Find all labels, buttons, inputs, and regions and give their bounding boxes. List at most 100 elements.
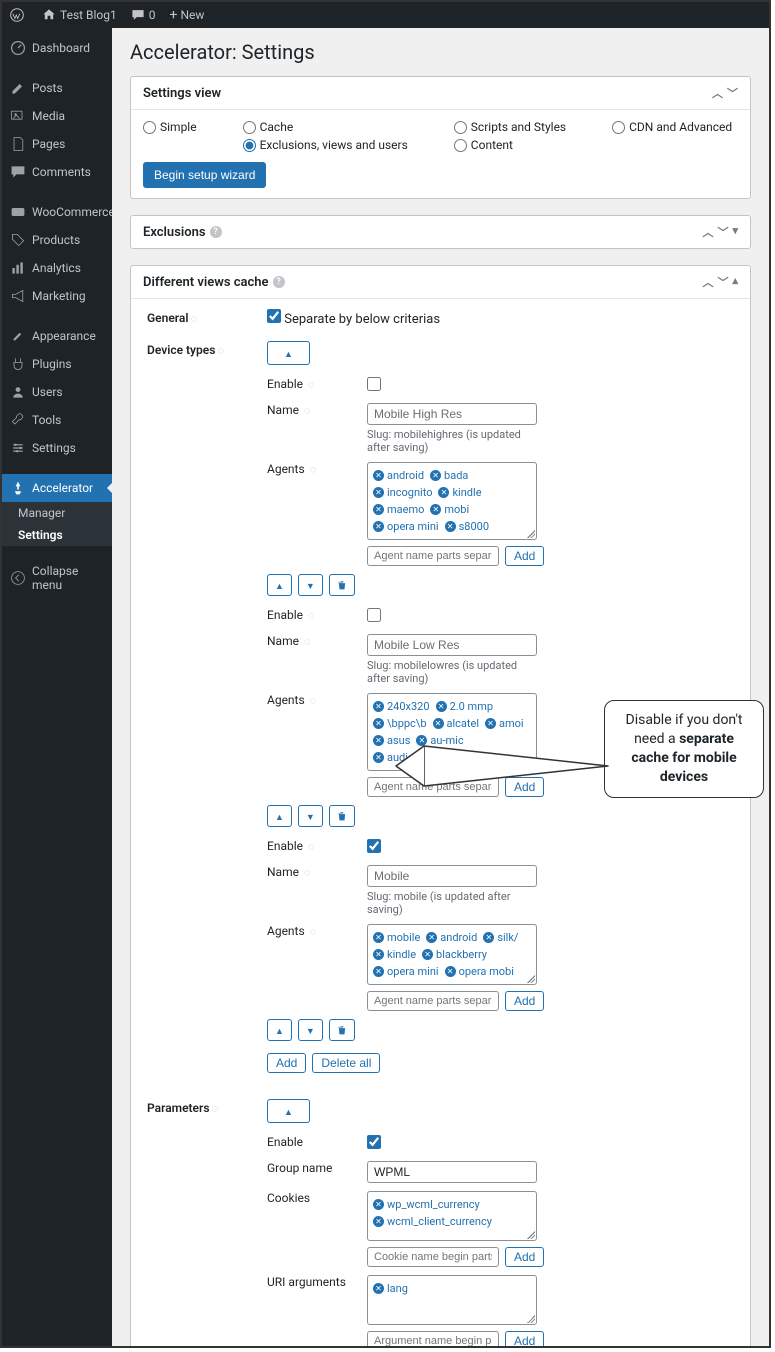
enable-checkbox[interactable]	[367, 839, 381, 853]
radio-content[interactable]: Content	[454, 138, 566, 152]
chevron-up-icon[interactable]: ︿	[702, 274, 713, 290]
help-icon[interactable]: ◌	[212, 1102, 219, 1115]
name-input[interactable]	[367, 403, 537, 425]
help-icon[interactable]: ?	[210, 226, 222, 238]
tag-item[interactable]: ✕wcml_client_currency	[373, 1215, 492, 1228]
sidebar-item-users[interactable]: Users	[2, 378, 112, 406]
add-device-button[interactable]: Add	[267, 1053, 306, 1073]
tag-item[interactable]: ✕android	[426, 931, 477, 944]
sidebar-item-media[interactable]: Media	[2, 102, 112, 130]
site-link[interactable]: Test Blog1	[42, 8, 117, 22]
help-icon[interactable]: ◌	[217, 344, 224, 357]
move-down-button[interactable]	[298, 1019, 323, 1041]
tag-item[interactable]: ✕s8000	[445, 520, 489, 533]
name-input[interactable]	[367, 865, 537, 887]
name-input[interactable]	[367, 634, 537, 656]
radio-exclusions[interactable]: Exclusions, views and users	[243, 138, 408, 152]
agents-tagbox[interactable]: ✕mobile ✕android ✕silk/ ✕kindle ✕blackberry ✕…	[367, 924, 537, 985]
agent-add-input[interactable]	[367, 546, 499, 566]
sidebar-item-products[interactable]: Products	[2, 226, 112, 254]
radio-cache[interactable]: Cache	[243, 120, 408, 134]
chevron-up-icon[interactable]: ︿	[702, 224, 713, 240]
tag-item[interactable]: ✕amoi	[485, 717, 524, 730]
radio-cdn[interactable]: CDN and Advanced	[612, 120, 732, 134]
tag-item[interactable]: ✕mobi	[430, 503, 469, 516]
sidebar-item-dashboard[interactable]: Dashboard	[2, 34, 112, 62]
sidebar-item-pages[interactable]: Pages	[2, 130, 112, 158]
collapse-up-button[interactable]	[267, 1099, 310, 1123]
tag-item[interactable]: ✕android	[373, 469, 424, 482]
tag-item[interactable]: ✕240x320	[373, 700, 430, 713]
move-down-button[interactable]	[298, 574, 323, 596]
cookies-tagbox[interactable]: ✕wp_wcml_currency ✕wcml_client_currency	[367, 1191, 537, 1241]
sidebar-sub-manager[interactable]: Manager	[2, 502, 112, 524]
move-down-button[interactable]	[298, 805, 323, 827]
move-up-button[interactable]	[267, 805, 292, 827]
tag-item[interactable]: ✕opera mini	[373, 520, 439, 533]
sidebar-item-posts[interactable]: Posts	[2, 74, 112, 102]
sidebar-item-appearance[interactable]: Appearance	[2, 322, 112, 350]
delete-button[interactable]	[329, 1019, 355, 1041]
chevron-up-icon[interactable]: ︿	[712, 85, 723, 101]
tag-item[interactable]: ✕maemo	[373, 503, 424, 516]
delete-button[interactable]	[329, 805, 355, 827]
help-icon[interactable]: ?	[273, 276, 285, 288]
sidebar-item-accelerator[interactable]: Accelerator	[2, 474, 112, 502]
tag-item[interactable]: ✕kindle	[438, 486, 481, 499]
sidebar-sub-settings[interactable]: Settings	[2, 524, 112, 546]
collapse-up-button[interactable]	[267, 341, 310, 365]
tag-item[interactable]: ✕blackberry	[422, 948, 487, 961]
begin-setup-button[interactable]: Begin setup wizard	[143, 162, 266, 188]
move-up-button[interactable]	[267, 574, 292, 596]
tag-item[interactable]: ✕2.0 mmp	[436, 700, 493, 713]
new-link[interactable]: +New	[170, 7, 205, 23]
add-button[interactable]: Add	[505, 546, 544, 566]
radio-simple[interactable]: Simple	[143, 120, 197, 134]
chevron-down-icon[interactable]: ﹀	[717, 224, 728, 240]
sidebar-item-comments[interactable]: Comments	[2, 158, 112, 186]
tag-item[interactable]: ✕alcatel	[433, 717, 480, 730]
chevron-down-icon[interactable]: ﹀	[717, 274, 728, 290]
tag-item[interactable]: ✕opera mini	[373, 965, 439, 978]
sidebar-item-analytics[interactable]: Analytics	[2, 254, 112, 282]
add-button[interactable]: Add	[505, 1331, 544, 1346]
delete-all-button[interactable]: Delete all	[312, 1053, 380, 1073]
add-button[interactable]: Add	[505, 991, 544, 1011]
agent-add-input[interactable]	[367, 991, 499, 1011]
collapse-icon[interactable]: ▾	[732, 224, 738, 240]
wp-logo[interactable]	[10, 8, 28, 22]
uri-add-input[interactable]	[367, 1331, 499, 1346]
move-up-button[interactable]	[267, 1019, 292, 1041]
panel-settings-view: Settings view ︿﹀ Simple Cache Exclusions…	[130, 76, 751, 199]
sidebar-item-plugins[interactable]: Plugins	[2, 350, 112, 378]
sidebar-item-marketing[interactable]: Marketing	[2, 282, 112, 310]
help-icon[interactable]: ◌	[190, 312, 197, 325]
tag-item[interactable]: ✕kindle	[373, 948, 416, 961]
tag-item[interactable]: ✕incognito	[373, 486, 432, 499]
uri-tagbox[interactable]: ✕lang	[367, 1275, 537, 1325]
collapse-menu[interactable]: Collapse menu	[2, 558, 112, 598]
sidebar-item-woocommerce[interactable]: WooCommerce	[2, 198, 112, 226]
tag-item[interactable]: ✕\bppc\b	[373, 717, 427, 730]
sidebar-item-tools[interactable]: Tools	[2, 406, 112, 434]
agents-tagbox[interactable]: ✕android ✕bada ✕incognito ✕kindle ✕maemo ✕mob…	[367, 462, 537, 540]
separate-checkbox[interactable]: Separate by below criterias	[267, 312, 440, 327]
tag-item[interactable]: ✕lang	[373, 1282, 408, 1295]
cookie-add-input[interactable]	[367, 1247, 499, 1267]
enable-checkbox[interactable]	[367, 377, 381, 391]
tag-item[interactable]: ✕mobile	[373, 931, 420, 944]
tag-item[interactable]: ✕silk/	[483, 931, 518, 944]
sidebar-item-settings[interactable]: Settings	[2, 434, 112, 462]
tag-item[interactable]: ✕opera mobi	[445, 965, 514, 978]
tag-item[interactable]: ✕bada	[430, 469, 468, 482]
comments-link[interactable]: 0	[131, 8, 156, 22]
enable-checkbox[interactable]	[367, 608, 381, 622]
delete-button[interactable]	[329, 574, 355, 596]
tag-item[interactable]: ✕wp_wcml_currency	[373, 1198, 480, 1211]
group-name-input[interactable]	[367, 1161, 537, 1183]
radio-scripts[interactable]: Scripts and Styles	[454, 120, 566, 134]
params-enable-checkbox[interactable]	[367, 1135, 381, 1149]
collapse-icon[interactable]: ▴	[732, 274, 738, 290]
chevron-down-icon[interactable]: ﹀	[727, 85, 738, 101]
add-button[interactable]: Add	[505, 1247, 544, 1267]
